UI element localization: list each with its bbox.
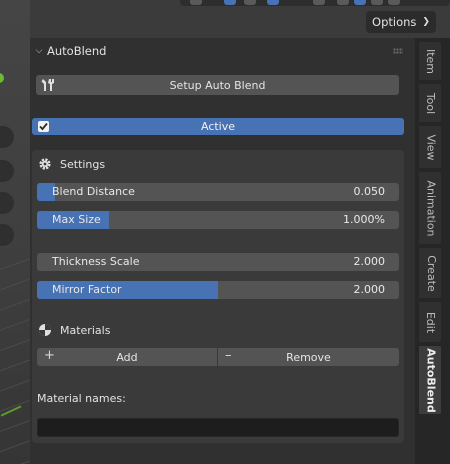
material-names-field[interactable] [37, 418, 399, 437]
drag-grip-icon[interactable] [393, 48, 403, 54]
tab-label: AutoBlend [424, 347, 438, 413]
setup-auto-blend-button[interactable]: Setup Auto Blend [36, 75, 399, 95]
tab-label: Edit [424, 311, 438, 333]
slider-label: Mirror Factor [52, 283, 122, 296]
tab-tool[interactable]: Tool [419, 84, 443, 122]
slider-label: Blend Distance [52, 185, 135, 198]
active-toggle[interactable]: Active [32, 118, 404, 135]
tab-autoblend[interactable]: AutoBlend [419, 346, 443, 414]
options-label: Options [372, 15, 417, 29]
materials-header[interactable]: Materials [38, 320, 110, 340]
gizmo-y-axis-icon[interactable] [0, 73, 4, 83]
autoblend-panel-header[interactable]: ⌵ AutoBlend [30, 38, 415, 64]
mirror-factor-slider[interactable]: Mirror Factor 2.000 [37, 281, 399, 299]
chevron-down-icon: ❯ [422, 17, 430, 27]
plus-icon: + [44, 348, 55, 363]
floor-grid [0, 250, 30, 464]
slider-value: 0.050 [353, 185, 386, 198]
viewport-edge[interactable] [0, 0, 30, 464]
tools-icon [41, 79, 54, 91]
panel-title: AutoBlend [47, 44, 107, 58]
setup-button-label: Setup Auto Blend [169, 78, 266, 92]
header-button[interactable] [313, 0, 325, 5]
zoom-gizmo-icon[interactable] [0, 126, 14, 148]
viewport-header: Options ❯ [30, 0, 450, 38]
header-button[interactable] [244, 0, 256, 5]
tab-label: Item [424, 48, 438, 74]
checkmark-icon [39, 122, 48, 131]
add-material-button[interactable]: + Add [37, 348, 217, 366]
settings-subpanel: Settings Blend Distance 0.050 Max Size 1… [32, 150, 404, 344]
tab-label: Animation [424, 179, 438, 237]
material-sphere-icon [39, 324, 51, 336]
sidebar-tabs: Item Tool View Animation Create Edit Aut… [415, 38, 450, 464]
slider-value: 1.000% [343, 213, 385, 226]
header-button[interactable] [267, 0, 279, 5]
add-label: Add [116, 350, 138, 364]
perspective-gizmo-icon[interactable] [0, 224, 14, 246]
collapse-arrow-icon[interactable]: ⌵ [33, 46, 45, 56]
slider-label: Max Size [52, 213, 101, 226]
tab-label: Tool [424, 92, 438, 114]
active-checkbox[interactable] [38, 121, 49, 132]
gear-icon [39, 158, 51, 170]
tab-label: View [424, 133, 438, 161]
sidebar-panel-region: ⌵ AutoBlend Setup Auto Blend Active Sett… [30, 38, 415, 464]
settings-title: Settings [60, 157, 106, 171]
thickness-scale-slider[interactable]: Thickness Scale 2.000 [37, 253, 399, 271]
shading-button[interactable] [337, 0, 349, 5]
materials-subpanel: Materials + Add – Remove Material names: [32, 317, 404, 443]
tab-item[interactable]: Item [419, 42, 443, 80]
material-names-label: Material names: [37, 392, 126, 405]
slider-label: Thickness Scale [52, 255, 140, 268]
settings-header[interactable]: Settings [38, 154, 105, 174]
active-label: Active [200, 120, 236, 133]
sidebar-scrollbar[interactable] [441, 38, 444, 464]
slider-value: 2.000 [353, 283, 386, 296]
max-size-slider[interactable]: Max Size 1.000% [37, 211, 399, 229]
shading-button[interactable] [371, 0, 383, 5]
remove-label: Remove [286, 350, 331, 364]
minus-icon: – [225, 348, 232, 363]
header-button[interactable] [190, 0, 202, 5]
slider-value: 2.000 [353, 255, 386, 268]
tab-label: Create [424, 254, 438, 292]
shading-button[interactable] [354, 0, 366, 5]
tab-animation[interactable]: Animation [419, 172, 443, 244]
options-dropdown[interactable]: Options ❯ [366, 11, 436, 33]
header-button[interactable] [224, 0, 236, 5]
shading-button[interactable] [388, 0, 400, 5]
tab-create[interactable]: Create [419, 248, 443, 298]
camera-gizmo-icon[interactable] [0, 192, 14, 214]
remove-material-button[interactable]: – Remove [218, 348, 399, 366]
tab-view[interactable]: View [419, 126, 443, 168]
blend-distance-slider[interactable]: Blend Distance 0.050 [37, 183, 399, 201]
materials-title: Materials [60, 323, 111, 337]
pan-gizmo-icon[interactable] [0, 160, 14, 182]
tab-edit[interactable]: Edit [419, 302, 443, 342]
